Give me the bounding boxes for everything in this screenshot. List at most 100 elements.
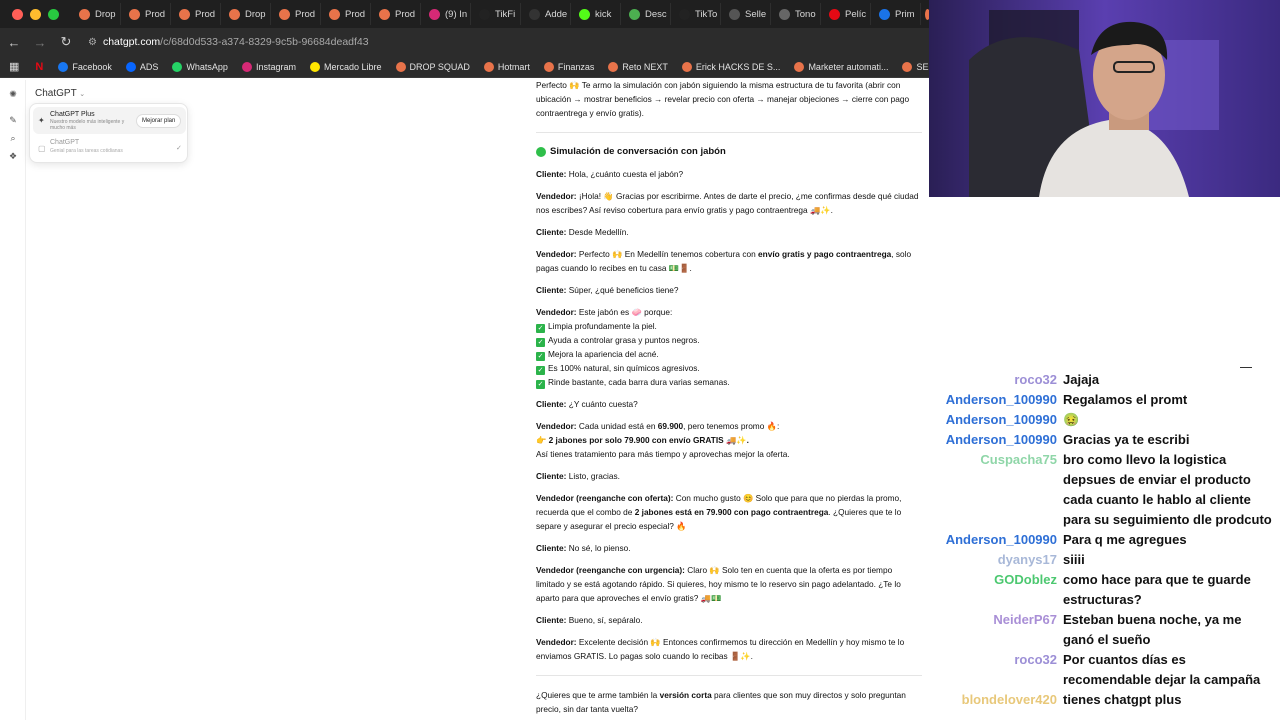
webcam-image	[929, 0, 1280, 197]
seller-line-1: Vendedor: ¡Hola! 👋 Gracias por escribirm…	[536, 191, 919, 215]
chat-username: GODoblez	[994, 572, 1057, 587]
benefit-item: ✓ Mejora la apariencia del acné.	[536, 349, 659, 361]
seller-line-7: Vendedor: Excelente decisión 🙌 Entonces …	[536, 637, 905, 661]
tab-label: TikTo	[695, 8, 718, 20]
tab-strip: Drop Prod Prod Drop Prod Prod Prod (9) In TikFi A…	[71, 3, 921, 25]
green-circle-icon	[536, 147, 546, 157]
tab-label: Prod	[195, 8, 216, 20]
minimize-window-button[interactable]	[30, 8, 41, 20]
model-option-plus[interactable]: ✦ ChatGPT Plus Nuestro modelo más inteli…	[33, 107, 186, 134]
bookmark-9[interactable]: Erick HACKS DE S...	[675, 61, 788, 72]
benefit-item: ✓ Limpia profundamente la piel.	[536, 321, 657, 333]
chat-message: Anderson_100990 Regalamos el promt	[930, 390, 1280, 410]
client-line-7: Cliente: Bueno, sí, sepáralo.	[536, 615, 643, 625]
chat-bubble-icon: ▢	[38, 144, 46, 153]
tab-label: Prod	[345, 8, 366, 20]
chat-message: Cuspacha75 bro como llevo la logistica de…	[930, 450, 1280, 530]
bookmark-3[interactable]: Instagram	[235, 61, 303, 72]
check-box-icon: ✓	[536, 366, 545, 375]
overlay-minimize-line	[1240, 367, 1252, 368]
bookmark-2[interactable]: WhatsApp	[165, 61, 235, 72]
tab-label: Tono	[795, 8, 816, 20]
tab-15[interactable]: Pelíc	[821, 3, 871, 25]
tab-favicon-icon	[229, 8, 240, 20]
tab-8[interactable]: TikFi	[471, 3, 521, 25]
model-selector-label: ChatGPT	[35, 88, 77, 99]
client-line-5: Cliente: Listo, gracias.	[536, 471, 620, 481]
bookmark-5[interactable]: DROP SQUAD	[389, 61, 477, 72]
chat-message: NeiderP67 Esteban buena noche, ya me ganó…	[930, 610, 1280, 650]
chat-username: NeiderP67	[993, 612, 1057, 627]
tab-12[interactable]: TikTo	[671, 3, 721, 25]
tab-favicon-icon	[729, 8, 740, 20]
forward-arrow-icon[interactable]: →	[28, 35, 52, 50]
site-settings-icon[interactable]: ⚙	[88, 37, 97, 48]
chat-text: Gracias ya te escribi	[1063, 432, 1190, 447]
bookmark-8[interactable]: Reto NEXT	[601, 61, 675, 72]
divider	[536, 675, 922, 676]
bookmark-6[interactable]: Hotmart	[477, 61, 537, 72]
chat-message: Anderson_100990 Gracias ya te escribi	[930, 430, 1280, 450]
tab-label: Prod	[145, 8, 166, 20]
tab-label: TikFi	[495, 8, 516, 20]
section-heading: Simulación de conversación con jabón	[536, 145, 922, 159]
apps-grid-icon[interactable]: ▦	[0, 60, 27, 73]
bookmark-7[interactable]: Finanzas	[537, 61, 602, 72]
library-icon[interactable]: ❖	[8, 151, 18, 161]
back-arrow-icon[interactable]: ←	[2, 35, 26, 50]
bookmark-1[interactable]: ADS	[119, 61, 166, 72]
tab-label: Selle	[745, 8, 767, 20]
bookmark-icon	[125, 61, 136, 72]
openai-logo-icon[interactable]: ✺	[8, 89, 18, 99]
tab-2[interactable]: Prod	[171, 3, 221, 25]
tab-14[interactable]: Tono	[771, 3, 821, 25]
upgrade-plan-button[interactable]: Mejorar plan	[136, 114, 182, 128]
bookmark-4[interactable]: Mercado Libre	[303, 61, 389, 72]
check-box-icon: ✓	[536, 380, 545, 389]
search-icon[interactable]: ⌕	[8, 133, 18, 143]
tab-16[interactable]: Prim	[871, 3, 921, 25]
tab-label: Desc	[645, 8, 667, 20]
seller-line-2: Vendedor: Perfecto 🙌 En Medellín tenemos…	[536, 249, 912, 273]
url-path: /c/68d0d533-a374-8329-9c5b-96684deadf43	[160, 36, 369, 48]
tab-9[interactable]: Adde	[521, 3, 571, 25]
tab-label: Adde	[545, 8, 568, 20]
chat-message: roco32 Por cuantos días es recomendable d…	[930, 650, 1280, 690]
url-host: chatgpt.com	[102, 36, 161, 48]
model-selector[interactable]: ChatGPT ⌄	[35, 88, 85, 99]
tab-favicon-icon	[629, 8, 640, 20]
netflix-bookmark-icon[interactable]: N	[27, 61, 51, 73]
chat-text: bro como llevo la logistica depsues de e…	[1063, 452, 1272, 527]
check-box-icon: ✓	[536, 324, 545, 333]
tab-favicon-icon	[879, 8, 890, 20]
bookmark-label: Marketer automati...	[808, 61, 889, 72]
tab-label: Prod	[295, 8, 316, 20]
screen: Drop Prod Prod Drop Prod Prod Prod (9) In TikFi A…	[0, 0, 1280, 720]
tab-13[interactable]: Selle	[721, 3, 771, 25]
chat-text: Por cuantos días es recomendable dejar l…	[1063, 652, 1261, 687]
tab-0[interactable]: Drop	[71, 3, 121, 25]
chat-text: Regalamos el promt	[1063, 392, 1188, 407]
intro-paragraph: Perfecto 🙌 Te armo la simulación con jab…	[536, 80, 910, 118]
bookmark-10[interactable]: Marketer automati...	[787, 61, 895, 72]
close-window-button[interactable]	[12, 8, 23, 20]
tab-3[interactable]: Drop	[221, 3, 271, 25]
tab-7[interactable]: (9) In	[421, 3, 471, 25]
url-field[interactable]: ⚙ chatgpt.com/c/68d0d533-a374-8329-9c5b-…	[88, 36, 369, 48]
model-option-basic[interactable]: ▢ ChatGPT Genial para las tareas cotidia…	[33, 135, 186, 162]
reload-icon[interactable]: ↻	[54, 34, 78, 50]
tab-5[interactable]: Prod	[321, 3, 371, 25]
tab-11[interactable]: Desc	[621, 3, 671, 25]
tab-label: kick	[595, 8, 612, 20]
maximize-window-button[interactable]	[48, 8, 59, 20]
tab-4[interactable]: Prod	[271, 3, 321, 25]
check-box-icon: ✓	[536, 338, 545, 347]
tab-6[interactable]: Prod	[371, 3, 421, 25]
bookmark-0[interactable]: Facebook	[51, 61, 119, 72]
stream-chat-overlay: roco32 Jajaja Anderson_100990 Regalamos el …	[930, 370, 1280, 710]
new-chat-icon[interactable]: ✎	[8, 115, 18, 125]
address-bar-row: ← → ↻ ⚙ chatgpt.com/c/68d0d533-a374-8329…	[0, 28, 930, 56]
chat-text: siiii	[1063, 552, 1085, 567]
tab-10[interactable]: kick	[571, 3, 621, 25]
tab-1[interactable]: Prod	[121, 3, 171, 25]
